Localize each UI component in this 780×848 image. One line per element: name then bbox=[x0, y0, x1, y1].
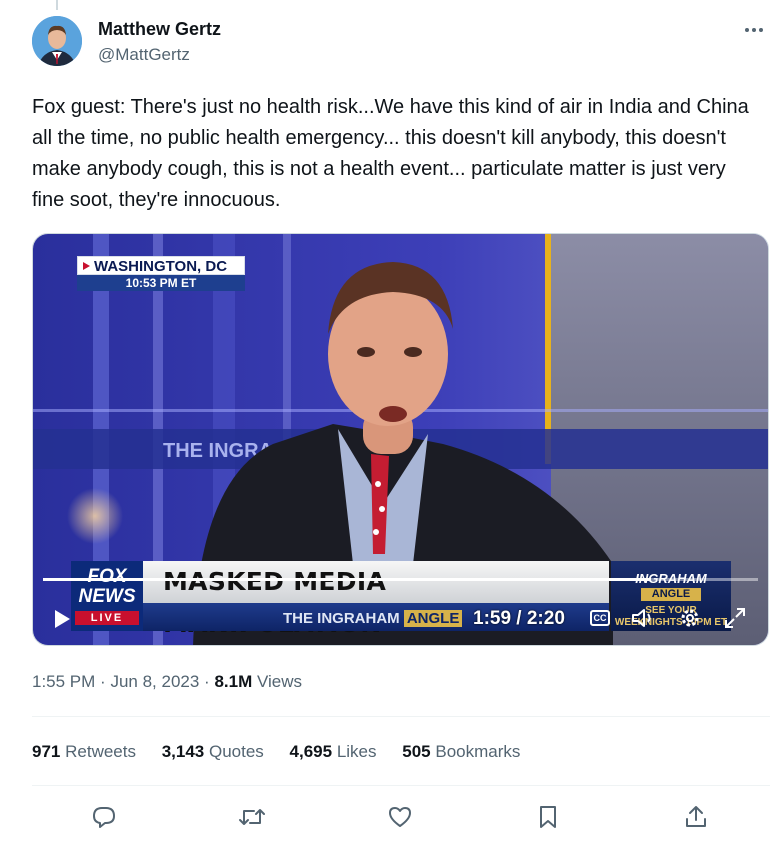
video-progress-bar[interactable] bbox=[43, 578, 758, 581]
program-tag: ANGLE bbox=[403, 610, 463, 627]
program-line: THE INGRAHAM bbox=[283, 610, 400, 627]
retweets-stat[interactable]: 971 Retweets bbox=[32, 740, 136, 764]
quotes-stat[interactable]: 3,143 Quotes bbox=[162, 740, 264, 764]
network-logo-line2: NEWS bbox=[78, 586, 136, 607]
program-bug: INGRAHAM ANGLE SEE YOUR WEEKNIGHTS 10PM … bbox=[611, 561, 731, 631]
meta-separator: · bbox=[204, 672, 210, 691]
volume-button[interactable] bbox=[630, 606, 656, 630]
like-button[interactable] bbox=[386, 803, 414, 831]
tweet-meta: 1:55 PM · Jun 8, 2023 · 8.1M Views bbox=[32, 670, 302, 694]
program-bug-sub: SEE YOUR WEEKNIGHTS 10PM ET bbox=[614, 605, 728, 628]
program-name: THE INGRAHAM ANGLE bbox=[283, 610, 463, 628]
location-label: WASHINGTON, DC bbox=[77, 256, 245, 275]
video-progress-fill bbox=[43, 578, 651, 581]
volume-icon bbox=[632, 609, 651, 627]
video-chyron: MASKED MEDIA MANIPULATION bbox=[143, 561, 609, 638]
divider bbox=[32, 785, 770, 786]
video-player[interactable]: THE INGRA WASHINGTON, DC 10:53 PM ET FOX… bbox=[32, 233, 769, 646]
play-button[interactable] bbox=[51, 608, 73, 630]
engagement-stats: 971 Retweets 3,143 Quotes 4,695 Likes 50… bbox=[32, 740, 541, 764]
network-logo-line1: FOX bbox=[87, 566, 127, 587]
likes-count: 4,695 bbox=[289, 742, 333, 761]
gear-icon bbox=[681, 609, 699, 627]
expand-icon bbox=[725, 608, 745, 628]
program-bug-tag: ANGLE bbox=[641, 588, 701, 601]
retweets-count: 971 bbox=[32, 742, 61, 761]
bookmark-icon bbox=[540, 806, 556, 828]
likes-label: Likes bbox=[336, 742, 377, 761]
avatar[interactable] bbox=[32, 16, 82, 66]
bookmarks-count: 505 bbox=[402, 742, 431, 761]
tweet-text: Fox guest: There's just no health risk..… bbox=[32, 96, 749, 211]
author-handle[interactable]: @MattGertz bbox=[98, 43, 221, 67]
reply-button[interactable] bbox=[90, 803, 118, 831]
more-icon bbox=[745, 28, 763, 32]
play-icon bbox=[55, 610, 70, 628]
network-live-badge: LIVE bbox=[75, 611, 139, 625]
views-label[interactable]: Views bbox=[257, 672, 302, 691]
share-icon bbox=[686, 806, 706, 827]
bookmarks-label: Bookmarks bbox=[435, 742, 521, 761]
thread-connector-line bbox=[56, 0, 58, 10]
tweet-actions bbox=[32, 800, 770, 834]
more-options-button[interactable] bbox=[742, 18, 766, 42]
tweet-header: Matthew Gertz @MattGertz bbox=[32, 14, 772, 70]
retweet-icon bbox=[239, 809, 265, 825]
reply-icon bbox=[93, 807, 115, 828]
author-names: Matthew Gertz @MattGertz bbox=[98, 17, 221, 67]
quotes-count: 3,143 bbox=[161, 742, 205, 761]
location-bug: WASHINGTON, DC 10:53 PM ET bbox=[77, 256, 245, 292]
quotes-label: Quotes bbox=[209, 742, 264, 761]
fullscreen-button[interactable] bbox=[723, 606, 747, 630]
heart-icon bbox=[389, 807, 411, 827]
settings-button[interactable] bbox=[678, 606, 702, 630]
bookmark-button[interactable] bbox=[534, 803, 562, 831]
location-time: 10:53 PM ET bbox=[77, 275, 245, 291]
meta-separator: · bbox=[100, 672, 106, 691]
views-count[interactable]: 8.1M bbox=[214, 672, 252, 691]
avatar-image bbox=[32, 16, 82, 66]
network-logo: FOX NEWS LIVE bbox=[71, 561, 143, 631]
tweet-date[interactable]: Jun 8, 2023 bbox=[110, 672, 199, 691]
share-button[interactable] bbox=[682, 803, 710, 831]
tweet-time[interactable]: 1:55 PM bbox=[32, 672, 95, 691]
retweet-button[interactable] bbox=[238, 803, 266, 831]
bookmarks-stat[interactable]: 505 Bookmarks bbox=[402, 740, 520, 764]
captions-button[interactable]: CC bbox=[590, 610, 610, 626]
divider bbox=[32, 716, 770, 717]
likes-stat[interactable]: 4,695 Likes bbox=[290, 740, 377, 764]
author-display-name[interactable]: Matthew Gertz bbox=[98, 17, 221, 41]
video-time: 1:59 / 2:20 bbox=[473, 608, 565, 629]
retweets-label: Retweets bbox=[65, 742, 136, 761]
